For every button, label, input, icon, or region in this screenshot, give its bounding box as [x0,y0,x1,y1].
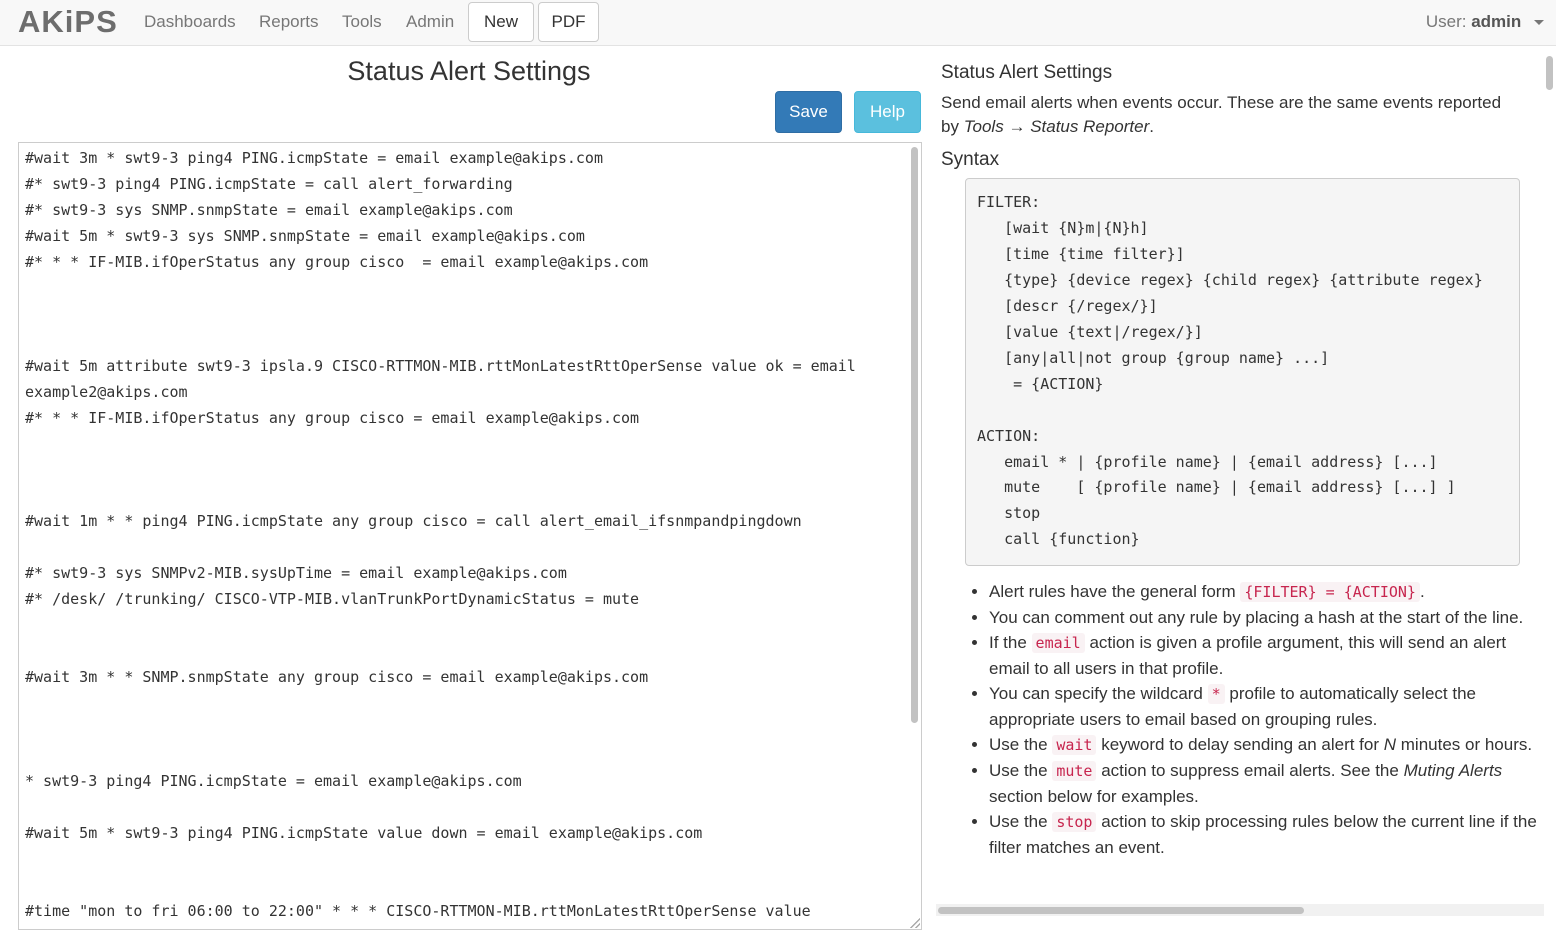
bullet-em: N [1383,735,1397,754]
editor-scrollbar[interactable] [909,145,919,927]
syntax-line: [wait {N}m|{N}h] [977,218,1149,237]
inline-code: * [1207,684,1225,704]
save-button[interactable]: Save [775,91,842,133]
bullet-text: Alert rules have the general form [989,582,1236,601]
syntax-line: ACTION: [977,426,1041,445]
syntax-line: email * | {profile name} | {email addres… [977,452,1438,471]
syntax-line: [value {text|/regex/}] [977,322,1203,341]
inline-code: wait [1052,735,1097,755]
inline-code: stop [1052,812,1097,832]
editor-line: #wait 5m * swt9-3 ping4 PING.icmpState v… [25,823,703,842]
list-item: Use the wait keyword to delay sending an… [989,732,1542,758]
help-intro-status-reporter: Status Reporter [1030,117,1150,136]
resize-grip-icon[interactable] [910,918,920,928]
user-menu[interactable]: User: admin [1426,12,1544,32]
bullet-text: . [1419,582,1425,601]
editor-line: * swt9-3 ping4 PING.icmpState = email ex… [25,771,522,790]
syntax-line: {type} {device regex} {child regex} {att… [977,270,1483,289]
caret-down-icon [1534,20,1544,26]
new-button[interactable]: New [468,2,534,42]
list-item: Alert rules have the general form {FILTE… [989,579,1542,605]
user-name: admin [1471,12,1522,31]
nav-dashboards[interactable]: Dashboards [144,12,236,32]
bullet-text: Use the [989,735,1048,754]
akips-logo[interactable]: AKiPS [18,4,118,40]
editor-scrollbar-thumb[interactable] [911,147,918,723]
arrow-right-icon: → [1008,117,1026,136]
user-label: User: [1425,12,1467,31]
nav-reports[interactable]: Reports [259,12,319,32]
list-item: Use the mute action to suppress email al… [989,758,1542,809]
list-item: If the email action is given a profile a… [989,630,1542,681]
inline-code: email [1031,633,1085,653]
editor-line: #wait 5m attribute swt9-3 ipsla.9 CISCO-… [25,356,856,375]
editor-line: #* swt9-3 sys SNMP.snmpState = email exa… [25,200,513,219]
list-item: You can specify the wildcard * profile t… [989,681,1542,732]
syntax-line: [any|all|not group {group name} ...] [977,348,1330,367]
bullet-text: minutes or hours. [1400,735,1533,754]
editor-line: #* swt9-3 sys SNMPv2-MIB.sysUpTime = ema… [25,564,567,583]
help-button[interactable]: Help [854,91,921,133]
syntax-line: FILTER: [977,193,1041,211]
bullet-text: keyword to delay sending an alert for [1101,735,1380,754]
syntax-line: stop [977,504,1041,523]
bullet-text: action to suppress email alerts. See the [1101,761,1399,780]
bullet-text: If the [989,633,1027,652]
inline-code: {FILTER} = {ACTION} [1240,582,1420,602]
help-intro-text: Send email alerts when events occur. The… [941,93,1502,136]
editor-line: #time "mon to fri 06:00 to 22:00" * * * … [25,901,811,920]
editor-line: #wait 5m * swt9-3 sys SNMP.snmpState = e… [25,226,585,245]
bullet-text: You can specify the wildcard [989,684,1203,703]
help-pane-scrollbar[interactable] [1545,54,1554,904]
syntax-line: mute [ {profile name} | {email address} … [977,478,1456,497]
syntax-box: FILTER: [wait {N}m|{N}h] [time {time fil… [965,178,1520,566]
editor-line: #* /desk/ /trunking/ CISCO-VTP-MIB.vlanT… [25,590,640,609]
syntax-heading: Syntax [941,149,1000,170]
editor-line: #* swt9-3 ping4 PING.icmpState = call al… [25,174,513,193]
muting-alerts-link[interactable]: Muting Alerts [1404,761,1503,780]
help-intro-end: . [1149,117,1154,136]
page-title: Status Alert Settings [347,56,591,86]
list-item: You can comment out any rule by placing … [989,605,1542,630]
nav-admin[interactable]: Admin [406,12,454,32]
help-pane-scrollbar-thumb[interactable] [1546,56,1553,90]
editor-line: #wait 3m * swt9-3 ping4 PING.icmpState =… [25,149,603,167]
top-navbar: AKiPS Dashboards Reports Tools Admin New… [0,0,1556,46]
help-intro: Send email alerts when events occur. The… [941,91,1521,139]
help-pane-horizontal-scrollbar-thumb[interactable] [938,907,1304,914]
list-item: Use the stop action to skip processing r… [989,809,1542,860]
bullet-text: Use the [989,812,1048,831]
bullet-text: section below for examples. [989,787,1199,806]
help-pane: Status Alert Settings Send email alerts … [938,48,1542,916]
editor-line: #wait 3m * * SNMP.snmpState any group ci… [25,668,649,686]
help-intro-tools: Tools [963,117,1004,136]
inline-code: mute [1052,761,1097,781]
syntax-line: [descr {/regex/}] [977,296,1158,315]
editor-line: #* * * IF-MIB.ifOperStatus any group cis… [25,408,640,427]
help-bullets: Alert rules have the general form {FILTE… [968,579,1542,860]
bullet-text: Use the [989,761,1048,780]
help-title: Status Alert Settings [941,62,1113,83]
alert-rules-editor[interactable]: #wait 3m * swt9-3 ping4 PING.icmpState =… [18,142,922,930]
syntax-line: [time {time filter}] [977,244,1185,263]
editor-line: #* * * IF-MIB.ifOperStatus any group cis… [25,252,649,271]
syntax-line: = {ACTION} [977,374,1104,393]
editor-line: example2@akips.com [25,382,188,401]
editor-line: #wait 1m * * ping4 PING.icmpState any gr… [25,512,802,531]
help-pane-horizontal-scrollbar[interactable] [936,904,1544,916]
nav-tools[interactable]: Tools [342,12,382,32]
pdf-button[interactable]: PDF [538,2,599,42]
syntax-line: call {function} [977,530,1140,549]
